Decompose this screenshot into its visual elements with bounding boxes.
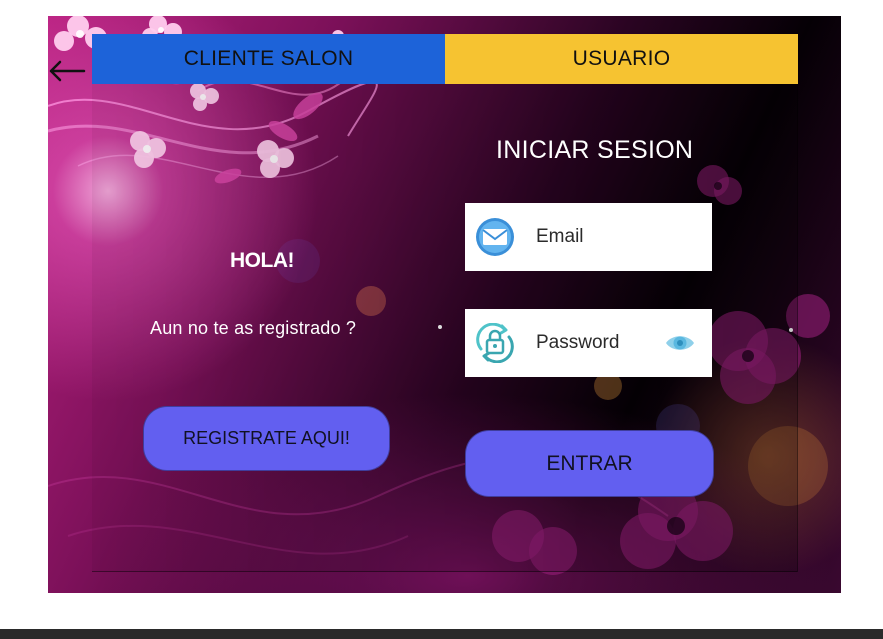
- password-field[interactable]: [465, 309, 712, 377]
- login-screen: CLIENTE SALON USUARIO HOLA! Aun no te as…: [48, 16, 841, 593]
- enter-button[interactable]: ENTRAR: [465, 430, 714, 497]
- password-input[interactable]: [536, 329, 666, 357]
- tab-cliente-salon[interactable]: CLIENTE SALON: [92, 34, 445, 84]
- eye-icon[interactable]: [664, 329, 696, 357]
- bottom-edge-strip: [0, 629, 883, 639]
- register-prompt: Aun no te as registrado ?: [150, 318, 357, 338]
- lock-refresh-icon: [476, 323, 514, 363]
- email-field[interactable]: [465, 203, 712, 271]
- envelope-icon: [476, 218, 514, 256]
- tab-usuario[interactable]: USUARIO: [445, 34, 798, 84]
- greeting-heading: HOLA!: [230, 249, 295, 272]
- back-arrow-icon[interactable]: [48, 60, 86, 82]
- email-input[interactable]: [536, 223, 666, 251]
- login-title: INICIAR SESION: [496, 136, 694, 164]
- register-button[interactable]: REGISTRATE AQUI!: [143, 406, 390, 471]
